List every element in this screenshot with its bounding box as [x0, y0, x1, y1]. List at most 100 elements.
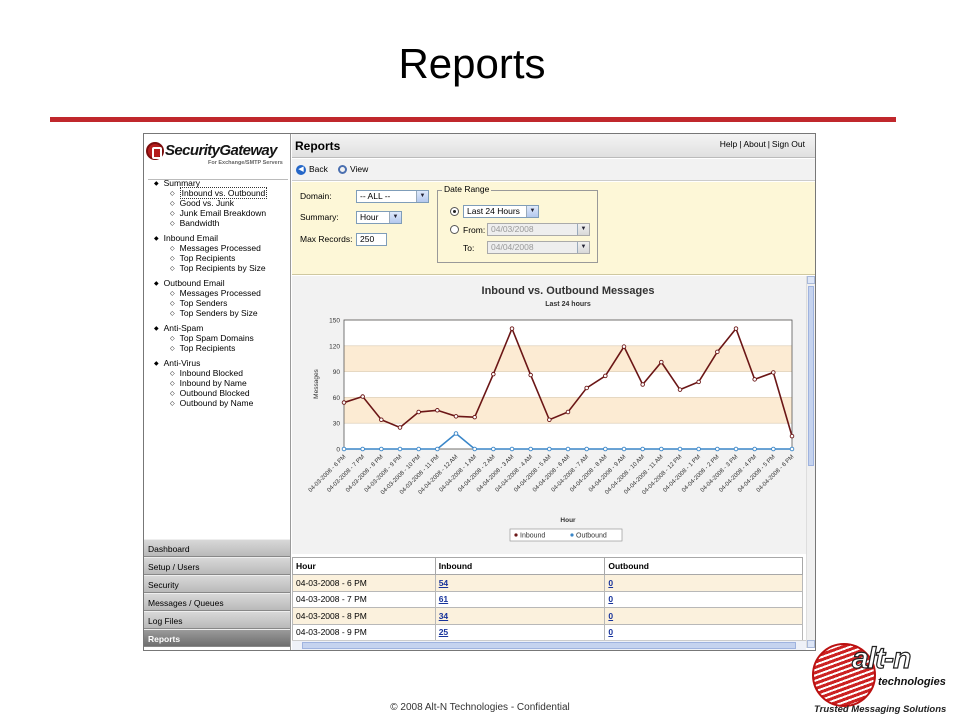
nav-item[interactable]: Outbound Blocked: [170, 388, 290, 398]
horizontal-scroll-thumb[interactable]: [302, 642, 796, 649]
data-point-outbound: [771, 446, 776, 452]
count-link[interactable]: 0: [608, 594, 613, 604]
nav-item-label: Top Recipients: [179, 343, 236, 353]
nav-item[interactable]: Bandwidth: [170, 218, 290, 228]
domain-select[interactable]: -- ALL -- ▼: [356, 190, 429, 203]
x-tick-label: 04-04-2008 - 6 PM: [756, 454, 796, 494]
from-date-field[interactable]: 04/03/2008 ▼: [487, 223, 590, 236]
nav-item[interactable]: Top Senders: [170, 298, 290, 308]
nav-item[interactable]: Top Spam Domains: [170, 333, 290, 343]
nav-item-label: Outbound Blocked: [179, 388, 250, 398]
main-menu: Dashboard Setup / Users Security Messages /…: [144, 539, 290, 647]
table-cell: 04-03-2008 - 8 PM: [292, 607, 436, 625]
sign-out-link[interactable]: Sign Out: [772, 139, 805, 149]
menu-bar-item[interactable]: Log Files: [144, 611, 290, 629]
data-point-outbound: [509, 446, 515, 452]
data-point-inbound: [565, 409, 571, 415]
data-point-inbound: [715, 349, 720, 355]
data-point-inbound: [733, 326, 739, 331]
nav-item[interactable]: Junk Email Breakdown: [170, 208, 290, 218]
back-arrow-icon: ◀: [296, 164, 306, 175]
nav-item[interactable]: Top Recipients: [170, 253, 290, 263]
y-tick-label: 0: [336, 447, 340, 454]
magnifier-icon: [338, 165, 347, 175]
table-row: 04-03-2008 - 8 PM 34 0: [292, 607, 803, 625]
data-point-inbound: [435, 408, 440, 413]
app-screenshot: SecurityGateway For Exchange/SMTP Server…: [143, 133, 816, 651]
summary-select[interactable]: Hour ▼: [356, 211, 402, 224]
nav-item[interactable]: Good vs. Junk: [170, 198, 290, 208]
data-point-outbound: [715, 446, 720, 452]
grid-band: [344, 345, 792, 372]
data-point-inbound: [771, 370, 776, 375]
chevron-down-icon: ▼: [577, 224, 589, 235]
y-tick-label: 90: [333, 369, 341, 376]
data-point-outbound: [360, 446, 365, 452]
max-records-input[interactable]: 250: [356, 233, 387, 246]
nav-item[interactable]: Top Senders by Size: [170, 308, 290, 318]
table-cell: 0: [604, 590, 803, 608]
data-point-outbound: [547, 446, 552, 452]
nav-item[interactable]: Inbound Blocked: [170, 368, 290, 378]
brand: SecurityGateway For Exchange/SMTP Server…: [146, 142, 288, 180]
menu-bar-item[interactable]: Security: [144, 575, 290, 593]
nav-item[interactable]: Messages Processed: [170, 243, 290, 253]
data-point-outbound: [379, 446, 384, 452]
count-link[interactable]: 0: [608, 578, 613, 588]
menu-bar-item[interactable]: Reports: [144, 629, 290, 647]
summary-label: Summary:: [300, 212, 339, 222]
last-period-radio[interactable]: [450, 207, 459, 216]
about-link[interactable]: About: [743, 139, 765, 149]
nav-group-title[interactable]: Inbound Email: [154, 233, 290, 243]
y-tick-label: 60: [333, 395, 341, 402]
help-link[interactable]: Help: [720, 139, 737, 149]
nav-item[interactable]: Inbound vs. Outbound: [170, 187, 290, 199]
data-point-outbound: [696, 446, 701, 452]
table-cell: 04-03-2008 - 7 PM: [292, 590, 436, 608]
scroll-up-icon[interactable]: [807, 276, 815, 284]
count-link[interactable]: 25: [439, 627, 448, 637]
to-date-field[interactable]: 04/04/2008 ▼: [487, 241, 590, 254]
legend-marker: [570, 533, 574, 537]
menu-bar-item[interactable]: Setup / Users: [144, 557, 290, 575]
data-point-outbound: [733, 446, 739, 452]
nav-group-title[interactable]: Outbound Email: [154, 278, 290, 288]
nav-item-label: Inbound by Name: [179, 378, 247, 388]
header-links: Help | About | Sign Out: [720, 139, 805, 149]
menu-bar-item[interactable]: Messages / Queues: [144, 593, 290, 611]
nav-item[interactable]: Outbound by Name: [170, 398, 290, 408]
data-point-inbound: [547, 417, 552, 423]
nav-item[interactable]: Inbound by Name: [170, 378, 290, 388]
menu-bar-item[interactable]: Dashboard: [144, 539, 290, 557]
y-tick-label: 30: [333, 421, 341, 428]
summary-value: Hour: [360, 212, 379, 222]
toolbar: ◀ Back View: [292, 159, 815, 181]
horizontal-scrollbar[interactable]: [292, 640, 806, 650]
custom-range-radio[interactable]: [450, 225, 459, 234]
count-link[interactable]: 34: [439, 611, 448, 621]
sidebar: SecurityGateway For Exchange/SMTP Server…: [144, 134, 291, 650]
nav-item[interactable]: Top Recipients: [170, 343, 290, 353]
data-point-inbound: [659, 359, 664, 365]
vertical-scrollbar[interactable]: [806, 276, 815, 648]
nav-item[interactable]: Top Recipients by Size: [170, 263, 290, 273]
data-point-outbound: [528, 446, 533, 452]
count-link[interactable]: 54: [439, 578, 448, 588]
inbound-outbound-chart: 0 30 60 90 120 150 Inbound vs. Outbound Messag…: [308, 285, 796, 542]
nav-item[interactable]: Messages Processed: [170, 288, 290, 298]
nav-group-title[interactable]: Anti-Spam: [154, 323, 290, 333]
table-cell: 04-03-2008 - 6 PM: [292, 574, 436, 592]
nav-group-title[interactable]: Anti-Virus: [154, 358, 290, 368]
view-button[interactable]: View: [338, 164, 368, 175]
back-button[interactable]: ◀ Back: [296, 164, 328, 175]
count-link[interactable]: 0: [608, 627, 613, 637]
count-link[interactable]: 0: [608, 611, 613, 621]
scroll-thumb[interactable]: [808, 286, 814, 466]
nav-item-label: Junk Email Breakdown: [179, 208, 267, 218]
range-select[interactable]: Last 24 Hours ▼: [463, 205, 539, 218]
data-point-outbound: [659, 446, 664, 452]
legend-marker: [514, 533, 518, 537]
back-label: Back: [309, 164, 328, 174]
nav-item-label: Messages Processed: [179, 243, 261, 253]
count-link[interactable]: 61: [439, 594, 448, 604]
